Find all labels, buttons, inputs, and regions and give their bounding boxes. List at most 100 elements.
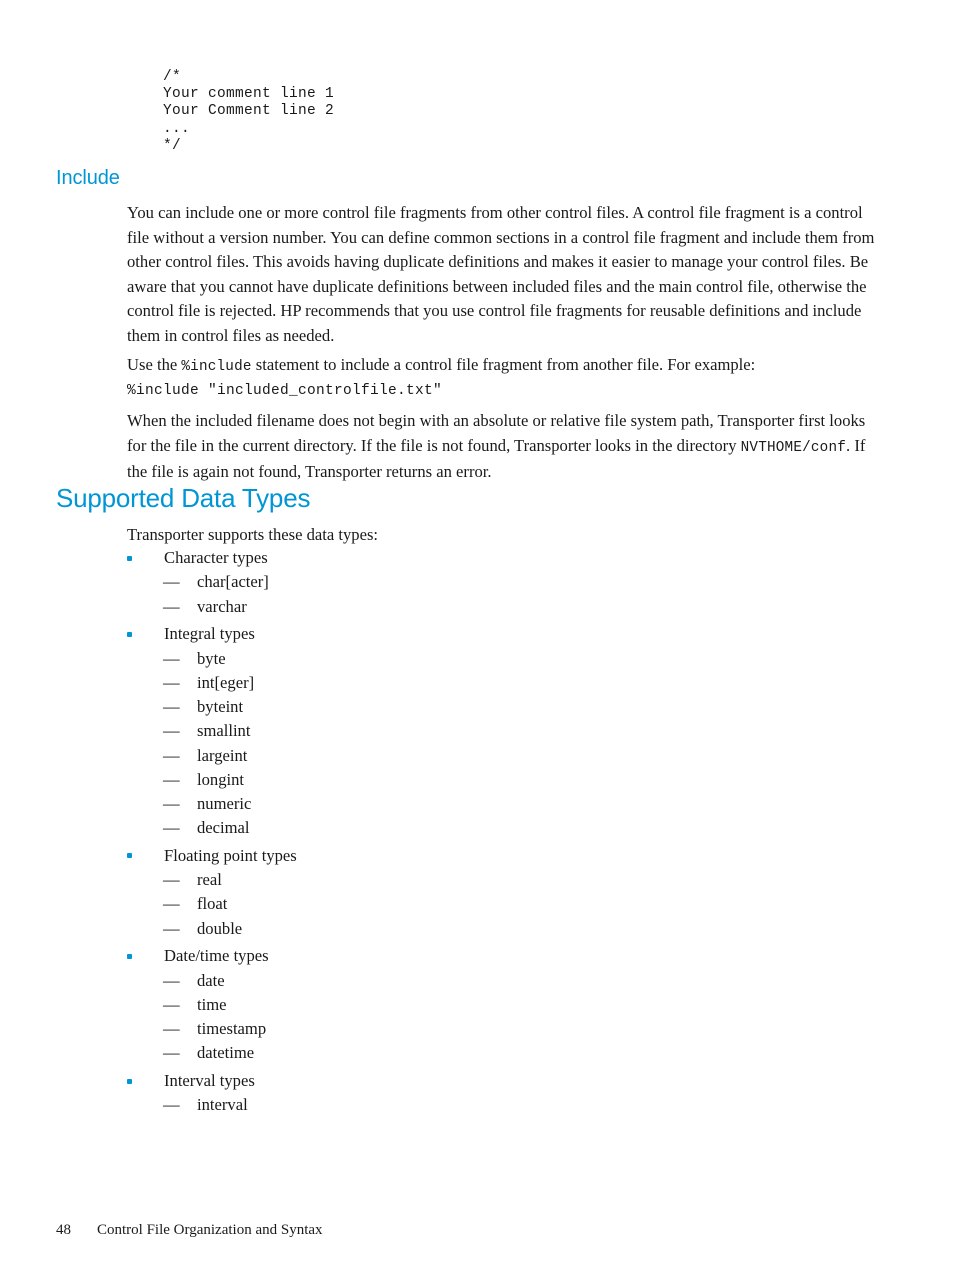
em-dash-icon: — [163,994,180,1014]
code-line: Your comment line 1 [163,85,335,102]
sub-list: — byte — int[eger] — byteint — smallint — lar… [127,647,887,841]
em-dash-icon: — [163,894,180,914]
sub-list-item-label: char[acter] [197,572,269,592]
sub-list-item: — byte [127,647,887,671]
em-dash-icon: — [163,918,180,938]
code-line: */ [163,138,182,155]
sub-list: — date — time — timestamp — datetime [127,969,887,1066]
sub-list-item-label: decimal [197,818,250,838]
em-dash-icon: — [163,572,180,592]
include-paragraph-3: When the included filename does not begi… [127,409,882,485]
sub-list-item-label: largeint [197,745,248,765]
sub-list-item-label: byteint [197,697,244,717]
sub-list-item-label: date [197,970,225,990]
sub-list-item-label: timestamp [197,1019,267,1039]
list-item-label: Character types [164,548,268,567]
sub-list: — real — float — double [127,868,887,941]
data-types-intro: Transporter supports these data types: [127,525,379,544]
em-dash-icon: — [163,745,180,765]
bullet-icon [127,555,132,561]
sub-list-item: — real [127,868,887,892]
include-paragraph-1: You can include one or more control file… [127,203,875,345]
sub-list-item: — double [127,917,887,941]
section-heading-include: Include [56,167,120,189]
sub-list-item: — char[acter] [127,570,887,594]
sub-list-item: — longint [127,768,887,792]
sub-list-item: — varchar [127,595,887,619]
inline-code-include-keyword: %include [181,359,252,375]
sub-list-item: — largeint [127,744,887,768]
sub-list-item: — int[eger] [127,671,887,695]
sub-list-item-label: int[eger] [197,672,255,692]
list-item-label: Integral types [164,624,255,644]
em-dash-icon: — [163,818,180,838]
list-item: Integral types [127,622,887,646]
sub-list-item: — smallint [127,719,887,743]
sub-list: — interval [127,1093,887,1117]
list-group: Character types — char[acter] — varchar [127,546,887,619]
em-dash-icon: — [163,648,180,668]
data-types-list: Character types — char[acter] — varchar In… [127,546,887,1121]
sub-list-item: — byteint [127,695,887,719]
list-item: Interval types [127,1069,887,1093]
sub-list-item-label: double [197,918,243,938]
bullet-icon [127,1078,132,1084]
document-page: /* Your comment line 1 Your Comment line… [0,0,954,1271]
em-dash-icon: — [163,721,180,741]
section-heading-supported-data-types: Supported Data Types [56,483,311,513]
sub-list-item-label: float [197,894,228,914]
code-line: ... [163,120,191,137]
sub-list-item: — datetime [127,1041,887,1065]
list-item-label: Interval types [164,1071,255,1091]
paragraph-text-before: Use the [127,355,182,374]
sub-list-item: — numeric [127,792,887,816]
sub-list-item-label: numeric [197,793,252,813]
sub-list-item-label: longint [197,769,245,789]
inline-code-nvthome-path: NVTHOME/conf [740,439,847,456]
sub-list-item: — interval [127,1093,887,1117]
em-dash-icon: — [163,1095,180,1115]
sub-list-item: — timestamp [127,1017,887,1041]
include-code-statement: %include "included_controlfile.txt" [127,383,443,399]
sub-list-item: — date [127,969,887,993]
em-dash-icon: — [163,870,180,890]
include-paragraph-2: Use the %include statement to include a … [127,353,882,380]
list-item: Character types [127,546,887,570]
sub-list-item-label: datetime [197,1043,255,1063]
list-group: Floating point types — real — float — doubl… [127,844,887,941]
comment-code-block: /* Your comment line 1 Your Comment line… [163,69,334,156]
list-item: Date/time types [127,944,887,968]
page-footer: 48 Control File Organization and Syntax [56,1222,323,1239]
list-group: Interval types — interval [127,1069,887,1118]
sub-list-item: — time [127,993,887,1017]
list-item-label: Date/time types [164,946,269,966]
bullet-icon [127,853,132,859]
code-line: Your Comment line 2 [163,103,335,120]
list-item: Floating point types [127,844,887,868]
footer-page-number: 48 [56,1222,71,1238]
em-dash-icon: — [163,1019,180,1039]
em-dash-icon: — [163,1043,180,1063]
sub-list-item-label: real [197,870,222,890]
sub-list-item-label: time [197,994,227,1014]
bullet-icon [127,631,132,637]
sub-list-item-label: smallint [197,721,251,741]
sub-list: — char[acter] — varchar [127,570,887,618]
sub-list-item: — decimal [127,816,887,840]
sub-list-item-label: byte [197,648,226,668]
bullet-icon [127,953,132,959]
list-group: Date/time types — date — time — timestamp —… [127,944,887,1065]
footer-chapter-title: Control File Organization and Syntax [97,1222,323,1238]
em-dash-icon: — [163,697,180,717]
paragraph-text-after: statement to include a control file frag… [251,355,756,374]
sub-list-item: — float [127,892,887,916]
sub-list-item-label: varchar [197,596,247,616]
code-line: /* [163,68,182,85]
em-dash-icon: — [163,793,180,813]
em-dash-icon: — [163,769,180,789]
sub-list-item-label: interval [197,1095,248,1115]
em-dash-icon: — [163,672,180,692]
em-dash-icon: — [163,596,180,616]
list-group: Integral types — byte — int[eger] — byteint… [127,622,887,840]
em-dash-icon: — [163,970,180,990]
